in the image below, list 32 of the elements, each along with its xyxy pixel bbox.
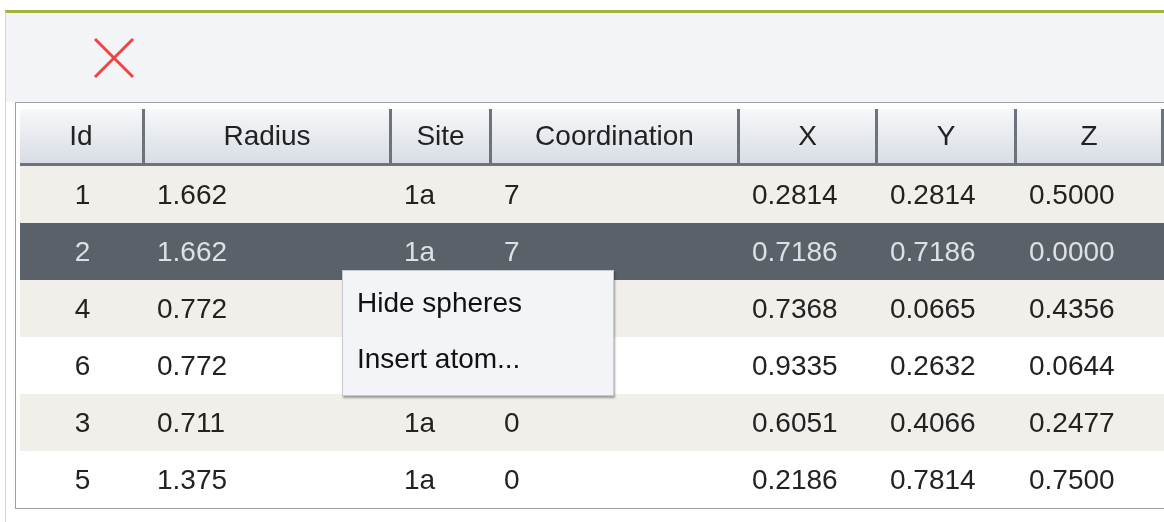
table-cell: 0.2477 [1017,394,1164,451]
table-cell: 1 [20,166,145,223]
table-cell: 1a [392,394,492,451]
table-cell: 3 [20,394,145,451]
column-header[interactable]: Coordination [492,109,740,166]
table-cell: 7 [492,223,740,280]
column-header[interactable]: X [740,109,878,166]
column-header[interactable]: Site [392,109,492,166]
table-cell: 0.711 [145,394,392,451]
table-cell: 0.7186 [740,223,878,280]
column-header[interactable]: Id [20,109,145,166]
table-cell: 1.662 [145,223,392,280]
close-icon[interactable] [93,36,135,79]
table-cell: 0.4356 [1017,280,1164,337]
table-cell: 0.4066 [878,394,1017,451]
table-cell: 4 [20,280,145,337]
table-cell: 0.5000 [1017,166,1164,223]
table-cell: 1a [392,166,492,223]
column-header[interactable]: Z [1017,109,1164,166]
table-cell: 0.6051 [740,394,878,451]
table-cell: 1.662 [145,166,392,223]
table-cell: 0.7186 [878,223,1017,280]
column-header[interactable]: Radius [145,109,392,166]
table-cell: 0.7368 [740,280,878,337]
table-cell: 0.2814 [878,166,1017,223]
table-cell: 0 [492,394,740,451]
table-cell: 7 [492,166,740,223]
table-cell: 0.0000 [1017,223,1164,280]
table-cell: 0.0665 [878,280,1017,337]
column-header[interactable]: Y [878,109,1017,166]
table-cell: 2 [20,223,145,280]
table-cell: 0.2814 [740,166,878,223]
